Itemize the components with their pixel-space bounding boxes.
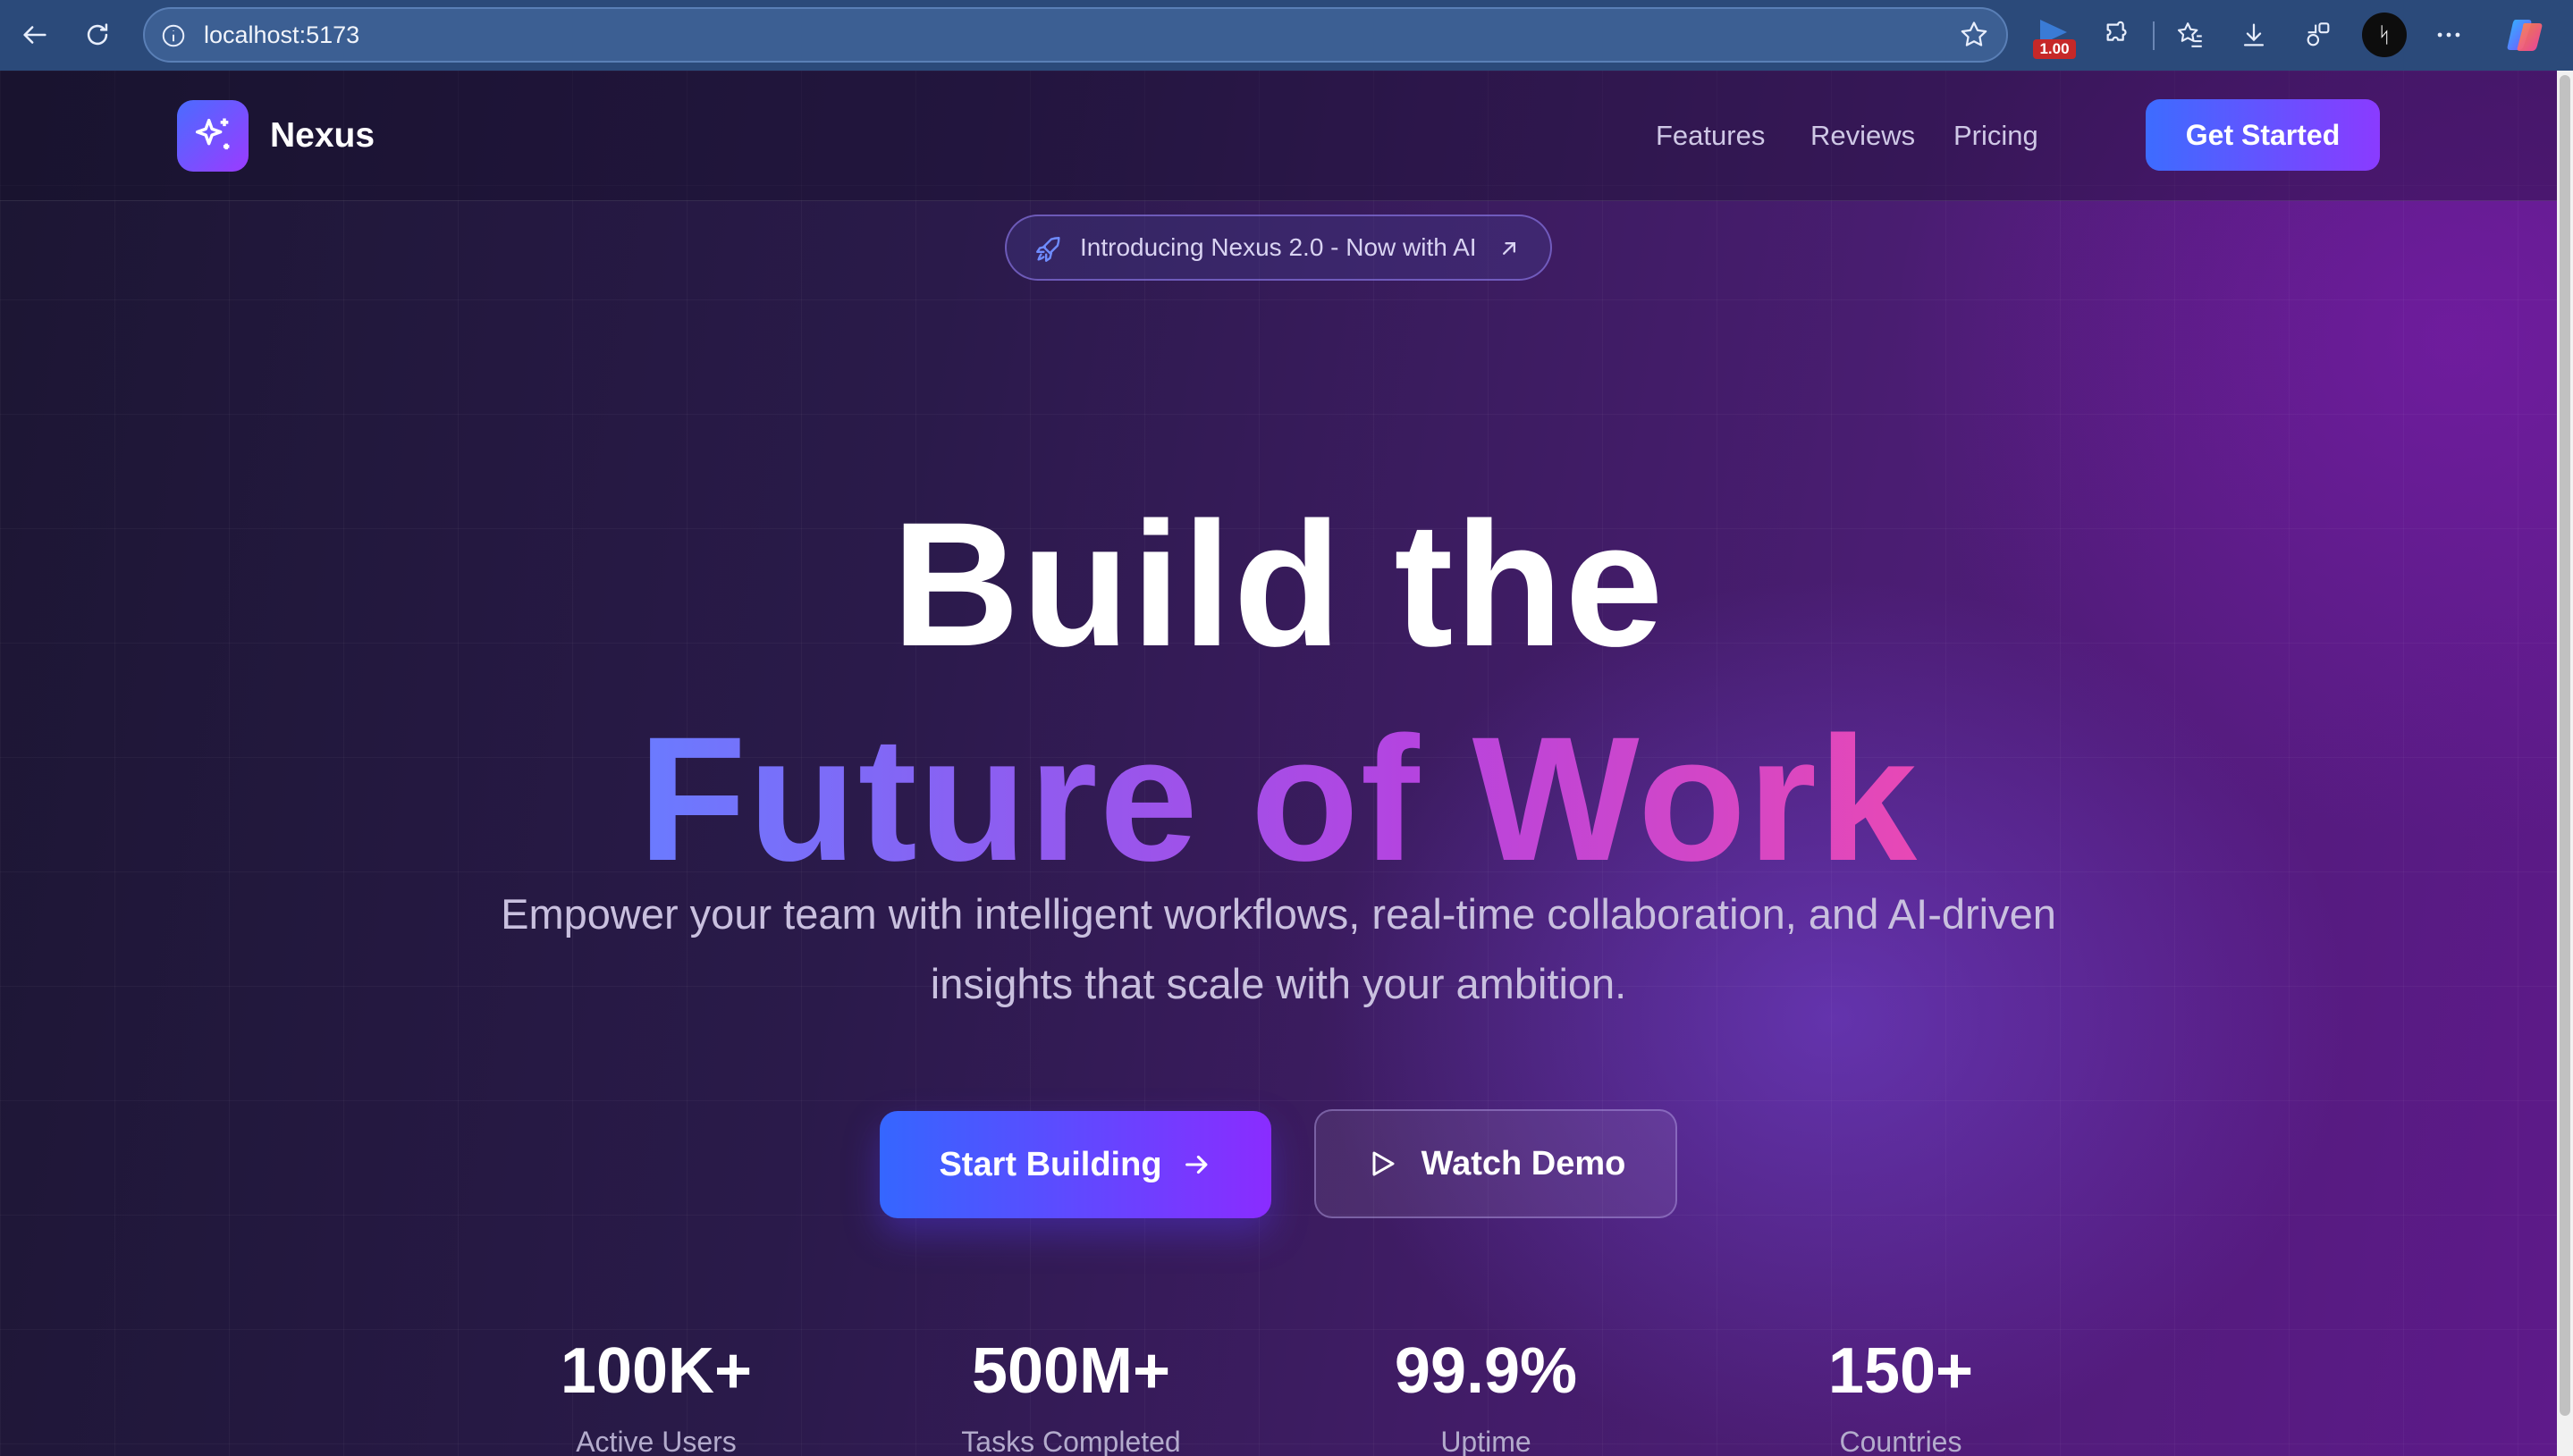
brand-name[interactable]: Nexus bbox=[270, 114, 375, 158]
watch-demo-button[interactable]: Watch Demo bbox=[1314, 1109, 1677, 1218]
start-building-button[interactable]: Start Building bbox=[880, 1111, 1271, 1218]
stat-countries: 150+ Countries bbox=[1758, 1331, 2044, 1456]
landing-page: Nexus Features Reviews Pricing Get Start… bbox=[0, 71, 2557, 1456]
stat-tasks-completed: 500M+ Tasks Completed bbox=[928, 1331, 1214, 1456]
extension-badge-count: 1.00 bbox=[2033, 39, 2076, 59]
url-text[interactable]: localhost:5173 bbox=[204, 9, 359, 61]
stat-label: Countries bbox=[1839, 1426, 1962, 1456]
nav-link-features[interactable]: Features bbox=[1656, 114, 1765, 158]
more-icon[interactable] bbox=[2428, 14, 2469, 55]
downloads-icon[interactable] bbox=[2233, 14, 2274, 55]
star-icon[interactable] bbox=[1958, 19, 1990, 51]
hero-subtitle: Empower your team with intelligent workf… bbox=[501, 890, 2056, 1007]
announcement-pill[interactable]: Introducing Nexus 2.0 - Now with AI bbox=[1005, 215, 1552, 281]
sparkles-logo-icon[interactable] bbox=[177, 100, 249, 172]
stat-active-users: 100K+ Active Users bbox=[513, 1331, 799, 1456]
profile-avatar[interactable]: ᛋ bbox=[2362, 13, 2407, 57]
announcement-text: Introducing Nexus 2.0 - Now with AI bbox=[1080, 233, 1477, 261]
favorites-icon[interactable] bbox=[2170, 14, 2211, 55]
stat-value: 500M+ bbox=[971, 1335, 1171, 1407]
get-started-button[interactable]: Get Started bbox=[2146, 99, 2380, 171]
scrollbar-thumb[interactable] bbox=[2560, 75, 2570, 1416]
stat-value: 100K+ bbox=[560, 1335, 753, 1407]
back-icon[interactable] bbox=[13, 13, 57, 57]
stat-uptime: 99.9% Uptime bbox=[1343, 1331, 1629, 1456]
arrow-up-right-icon bbox=[1503, 242, 1515, 255]
copilot-icon[interactable] bbox=[2503, 13, 2548, 57]
collections-icon[interactable] bbox=[2298, 14, 2339, 55]
stat-value: 99.9% bbox=[1394, 1335, 1578, 1407]
start-building-label: Start Building bbox=[939, 1145, 1162, 1183]
hero-title-line2: Future of Work bbox=[0, 692, 2557, 906]
rocket-icon bbox=[1036, 237, 1060, 262]
watch-demo-label: Watch Demo bbox=[1421, 1144, 1626, 1182]
hero-title-line1: Build the bbox=[891, 485, 1666, 683]
stat-label: Uptime bbox=[1440, 1426, 1531, 1456]
nav-link-pricing[interactable]: Pricing bbox=[1953, 114, 2038, 158]
refresh-icon[interactable] bbox=[75, 13, 120, 57]
extensions-icon[interactable] bbox=[2097, 14, 2139, 55]
extension-badge-icon[interactable]: 1.00 bbox=[2031, 16, 2078, 59]
address-bar[interactable]: localhost:5173 bbox=[143, 7, 2008, 63]
browser-toolbar: localhost:5173 1.00 ᛋ bbox=[0, 0, 2573, 71]
hero-title-gradient-text: Future of Work bbox=[637, 700, 1919, 897]
arrow-right-icon bbox=[1185, 1155, 1208, 1174]
stat-label: Tasks Completed bbox=[961, 1426, 1181, 1456]
stat-label: Active Users bbox=[576, 1426, 737, 1456]
toolbar-divider bbox=[2153, 21, 2155, 50]
info-icon[interactable] bbox=[157, 20, 190, 52]
nav-link-reviews[interactable]: Reviews bbox=[1810, 114, 1915, 158]
play-icon bbox=[1372, 1151, 1395, 1176]
site-header: Nexus Features Reviews Pricing Get Start… bbox=[0, 71, 2557, 201]
stat-value: 150+ bbox=[1827, 1335, 1974, 1407]
